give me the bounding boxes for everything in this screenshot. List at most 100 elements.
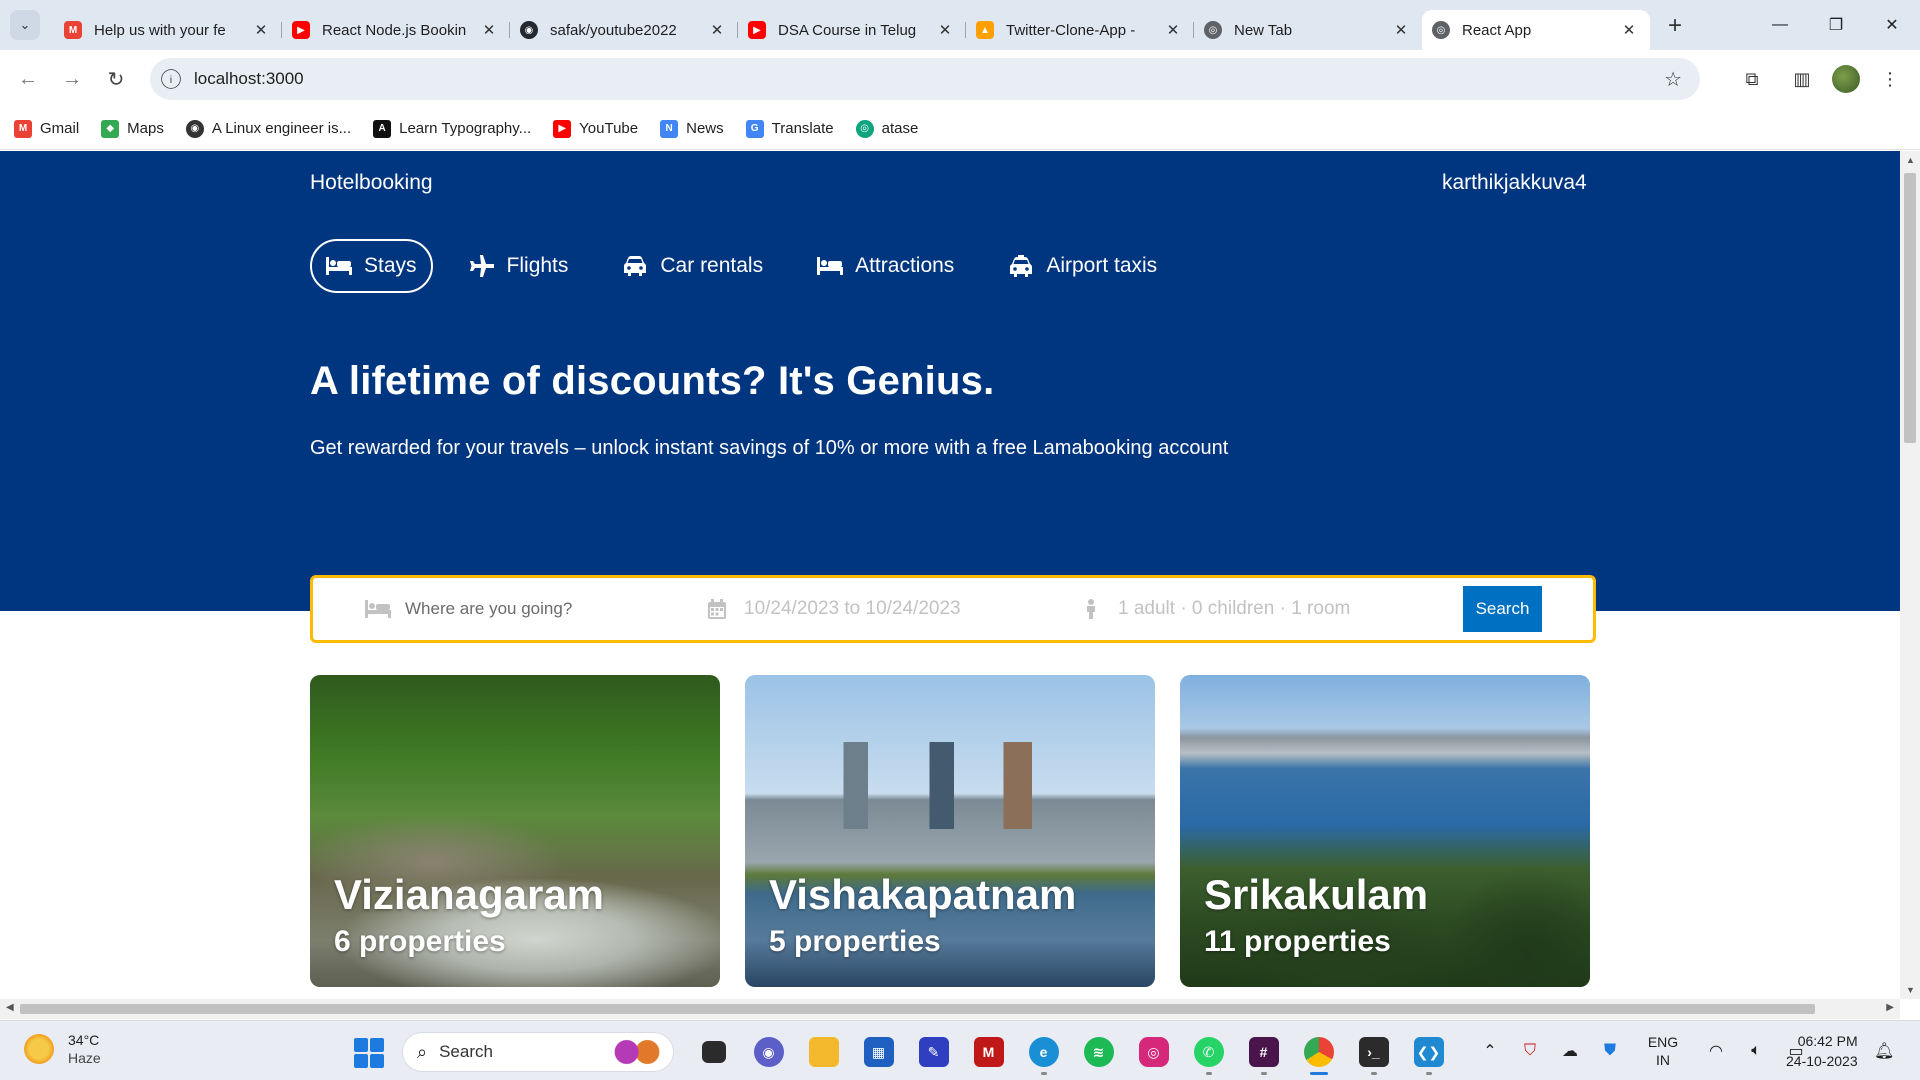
bookmark-gmail[interactable]: M Gmail [14,119,79,138]
browser-toolbar: ← → ↻ i localhost:3000 ☆ ⧉ ▥ ⋮ [0,50,1920,108]
tray-security[interactable]: ⛊ [1590,1042,1630,1060]
nav-item-attractions[interactable]: Attractions [799,239,972,293]
featured-card-srikakulam[interactable]: Srikakulam 11 properties [1180,675,1590,987]
address-bar[interactable]: i localhost:3000 ☆ [150,58,1700,100]
horizontal-scrollbar[interactable]: ◀ ▶ [0,999,1900,1019]
date-range-text: 10/24/2023 to 10/24/2023 [744,598,961,619]
tab-search-button[interactable]: ⌄ [10,10,40,40]
close-icon[interactable]: ✕ [1392,21,1410,39]
tab-gmail[interactable]: M Help us with your fe ✕ [54,10,282,50]
tab-dsa-course[interactable]: ▶ DSA Course in Telug ✕ [738,10,966,50]
new-tab-button[interactable]: + [1658,9,1692,43]
bookmark-news[interactable]: N News [660,119,724,138]
tab-new-tab[interactable]: ◎ New Tab ✕ [1194,10,1422,50]
extensions-button[interactable]: ⧉ [1732,59,1772,99]
bookmark-label: News [686,120,724,137]
tab-react-app[interactable]: ◎ React App ✕ [1422,10,1650,50]
nav-item-flights[interactable]: Flights [451,239,587,293]
guests-field[interactable]: 1 adult · 0 children · 1 room [1078,578,1350,640]
nav-item-airport-taxis[interactable]: Airport taxis [990,239,1175,293]
taskbar-app-chrome[interactable] [1291,1029,1346,1075]
running-indicator [1425,1072,1432,1075]
scroll-up-icon[interactable]: ▲ [1906,155,1915,165]
gmail-icon: M [64,21,82,39]
scroll-right-icon[interactable]: ▶ [1886,1002,1894,1013]
notification-bell-icon[interactable]: 🔔︎ [1874,1041,1894,1061]
vertical-scrollbar[interactable]: ▲ ▼ [1900,151,1920,999]
bookmark-typography[interactable]: A Learn Typography... [373,119,531,138]
tab-react-node-booking[interactable]: ▶ React Node.js Bookin ✕ [282,10,510,50]
region-code: IN [1656,1052,1670,1068]
profile-avatar[interactable] [1832,65,1860,93]
tray-wifi[interactable]: ◠ [1696,1041,1736,1061]
close-icon[interactable]: ✕ [480,21,498,39]
windows-logo-pane [370,1038,384,1052]
scroll-left-icon[interactable]: ◀ [6,1002,14,1013]
featured-card-vishakapatnam[interactable]: Vishakapatnam 5 properties [745,675,1155,987]
close-icon[interactable]: ✕ [252,21,270,39]
scrollbar-thumb[interactable] [1904,173,1916,443]
taskbar-app-taskview[interactable] [686,1029,741,1075]
menu-button[interactable]: ⋮ [1870,59,1910,99]
bookmark-atase[interactable]: ◎ atase [855,119,918,138]
star-icon[interactable]: ☆ [1664,67,1682,92]
nav-item-stays[interactable]: Stays [310,239,433,293]
taskbar-app-explorer[interactable] [796,1029,851,1075]
taskbar-app-mcafee[interactable]: M [961,1029,1016,1075]
site-logo[interactable]: Hotelbooking [310,171,433,195]
username[interactable]: karthikjakkuva4 [1442,171,1587,195]
taskbar-app-vscode[interactable]: ❮❯ [1401,1029,1456,1075]
tray-mcafee[interactable]: ⛉ [1510,1042,1550,1060]
close-window-button[interactable]: ✕ [1864,0,1920,50]
taskbar-app-edge[interactable]: e [1016,1029,1071,1075]
side-panel-button[interactable]: ▥ [1782,59,1822,99]
taskbar-search[interactable]: ⌕ Search [402,1032,674,1072]
back-button[interactable]: ← [8,59,48,99]
terminal-icon: ›_ [1358,1037,1389,1067]
info-icon[interactable]: i [161,69,181,89]
reload-button[interactable]: ↻ [96,59,136,99]
folder-icon [808,1037,839,1067]
taskbar-app-teams[interactable]: ◉ [741,1029,796,1075]
forward-button[interactable]: → [52,59,92,99]
language-indicator[interactable]: ENG IN [1638,1033,1688,1069]
scroll-down-icon[interactable]: ▼ [1906,985,1915,995]
bookmark-maps[interactable]: ◆ Maps [101,119,164,138]
tab-title: DSA Course in Telug [778,21,917,39]
show-hidden-icons-button[interactable]: ⌃ [1470,1041,1510,1061]
close-icon[interactable]: ✕ [1620,21,1638,39]
minimize-button[interactable]: — [1752,0,1808,50]
date-range-field[interactable]: 10/24/2023 to 10/24/2023 [704,578,961,640]
vscode-icon: ❮❯ [1413,1037,1444,1067]
tab-github[interactable]: ◉ safak/youtube2022 ✕ [510,10,738,50]
bed-icon [365,598,391,620]
bookmark-translate[interactable]: G Translate [745,119,834,138]
close-icon[interactable]: ✕ [936,21,954,39]
bookmark-youtube[interactable]: ▶ YouTube [553,119,638,138]
weather-widget[interactable]: 34°C Haze [24,1031,101,1067]
taskbar-app-instagram[interactable]: ◎ [1126,1029,1181,1075]
close-icon[interactable]: ✕ [708,21,726,39]
tray-onedrive[interactable]: ☁ [1550,1041,1590,1061]
close-icon[interactable]: ✕ [1164,21,1182,39]
destination-field[interactable] [365,578,655,640]
tray-volume[interactable]: 🔈︎ [1736,1042,1776,1060]
taskbar-app-editor[interactable]: ✎ [906,1029,961,1075]
taskbar-app-slack[interactable]: # [1236,1029,1291,1075]
nav-item-car-rentals[interactable]: Car rentals [604,239,781,293]
featured-card-vizianagaram[interactable]: Vizianagaram 6 properties [310,675,720,987]
address-url[interactable]: localhost:3000 [194,69,304,89]
taskbar-app-terminal[interactable]: ›_ [1346,1029,1401,1075]
restore-button[interactable]: ❐ [1808,0,1864,50]
taskbar-app-store[interactable]: ▦ [851,1029,906,1075]
start-button[interactable] [354,1038,384,1068]
tab-twitter-clone[interactable]: ▲ Twitter-Clone-App - ✕ [966,10,1194,50]
destination-input[interactable] [405,599,655,619]
scrollbar-thumb[interactable] [20,1004,1815,1014]
taskbar-app-whatsapp[interactable]: ✆ [1181,1029,1236,1075]
bookmark-linux-engineer[interactable]: ◉ A Linux engineer is... [185,119,351,138]
taskbar-app-spotify[interactable]: ≋ [1071,1029,1126,1075]
clock[interactable]: 06:42 PM 24-10-2023 [1786,1031,1858,1071]
running-indicator [1040,1072,1047,1075]
search-button[interactable]: Search [1463,586,1542,632]
